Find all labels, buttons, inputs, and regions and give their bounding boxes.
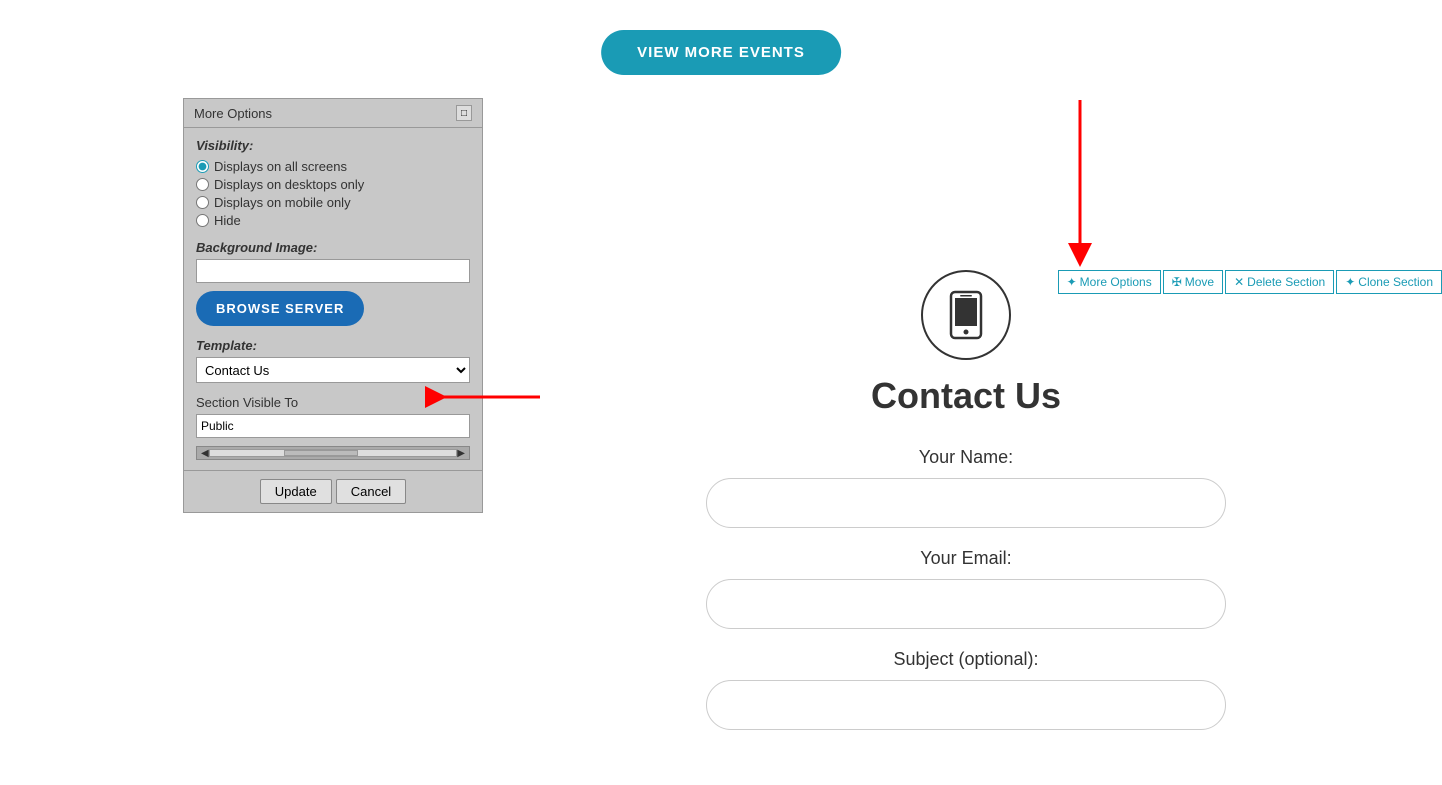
- visibility-radio-group: Displays on all screens Displays on desk…: [196, 159, 470, 228]
- mobile-icon: [946, 290, 986, 340]
- panel-title: More Options: [194, 106, 272, 121]
- radio-mobile-only[interactable]: Displays on mobile only: [196, 195, 470, 210]
- panel-body: Visibility: Displays on all screens Disp…: [184, 128, 482, 470]
- background-image-label: Background Image:: [196, 240, 470, 255]
- radio-all-screens[interactable]: Displays on all screens: [196, 159, 470, 174]
- scroll-right-arrow[interactable]: ▶: [457, 448, 465, 459]
- scrollbar[interactable]: ◀ ▶: [196, 446, 470, 460]
- subject-input-visual: [706, 680, 1226, 730]
- scrollbar-thumb[interactable]: [284, 450, 358, 456]
- visibility-label: Visibility:: [196, 138, 470, 153]
- radio-hide-label: Hide: [214, 213, 241, 228]
- your-name-label: Your Name:: [919, 447, 1013, 468]
- radio-hide[interactable]: Hide: [196, 213, 470, 228]
- contact-us-section: Contact Us Your Name: Your Email: Subjec…: [490, 270, 1442, 750]
- section-visible-to-input[interactable]: [196, 414, 470, 438]
- your-email-label: Your Email:: [920, 548, 1011, 569]
- subject-label: Subject (optional):: [893, 649, 1038, 670]
- your-email-input-visual: [706, 579, 1226, 629]
- radio-desktops-only[interactable]: Displays on desktops only: [196, 177, 470, 192]
- background-image-input[interactable]: [196, 259, 470, 283]
- radio-desktops-label: Displays on desktops only: [214, 177, 364, 192]
- contact-us-title: Contact Us: [871, 375, 1061, 417]
- browse-server-button[interactable]: BROWSE SERVER: [196, 291, 364, 326]
- arrow-down-indicator: [1040, 95, 1120, 270]
- contact-icon-circle: [921, 270, 1011, 360]
- template-label: Template:: [196, 338, 470, 353]
- scrollbar-track[interactable]: [209, 449, 458, 457]
- panel-close-button[interactable]: □: [456, 105, 472, 121]
- panel-header: More Options □: [184, 99, 482, 128]
- radio-all-screens-label: Displays on all screens: [214, 159, 347, 174]
- panel-footer: Update Cancel: [184, 470, 482, 512]
- your-name-input-visual: [706, 478, 1226, 528]
- scroll-left-arrow[interactable]: ◀: [201, 448, 209, 459]
- arrow-right-indicator: [425, 377, 545, 417]
- update-button[interactable]: Update: [260, 479, 332, 504]
- radio-mobile-label: Displays on mobile only: [214, 195, 351, 210]
- view-more-events-button[interactable]: VIEW MORE EVENTS: [601, 30, 841, 75]
- cancel-button[interactable]: Cancel: [336, 479, 406, 504]
- more-options-panel: More Options □ Visibility: Displays on a…: [183, 98, 483, 513]
